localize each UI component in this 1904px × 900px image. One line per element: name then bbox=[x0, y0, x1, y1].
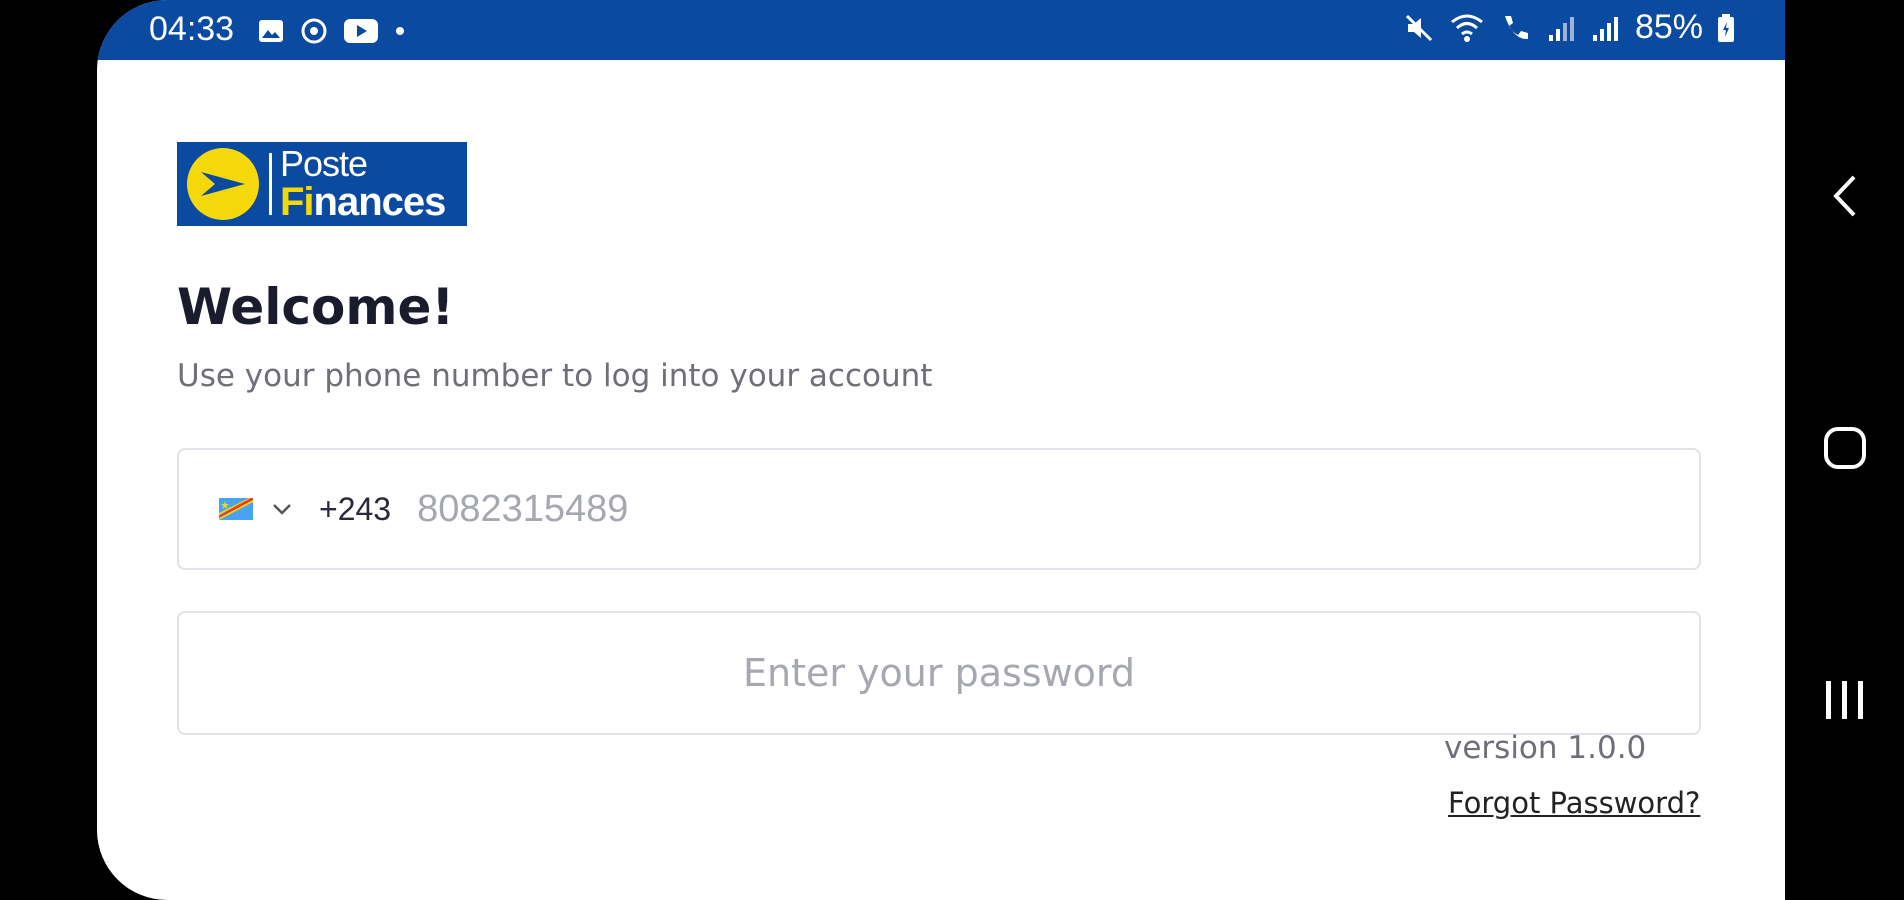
forgot-password-link[interactable]: Forgot Password? bbox=[1448, 786, 1700, 820]
password-input[interactable] bbox=[179, 650, 1699, 696]
home-button[interactable] bbox=[1785, 398, 1904, 498]
home-icon bbox=[1823, 427, 1866, 469]
signal-icon bbox=[1592, 16, 1618, 41]
wifi-call-icon bbox=[1504, 15, 1528, 39]
app-screen: 04:33 85% Poste Finances Welcome! Use yo… bbox=[97, 0, 1785, 900]
status-time: 04:33 bbox=[149, 10, 235, 48]
poste-finances-logo: Poste Finances bbox=[177, 142, 467, 226]
sync-icon bbox=[301, 18, 327, 44]
recent-apps-icon bbox=[1825, 681, 1863, 719]
mute-icon bbox=[1405, 14, 1432, 41]
back-icon bbox=[1832, 175, 1855, 217]
battery-icon bbox=[1718, 13, 1734, 42]
signal-icon bbox=[1548, 16, 1574, 41]
gallery-icon bbox=[259, 20, 283, 42]
status-bar: 04:33 85% bbox=[97, 0, 1785, 60]
wifi-icon bbox=[1451, 14, 1483, 42]
chevron-down-icon[interactable] bbox=[271, 502, 293, 516]
battery-percentage: 85% bbox=[1634, 8, 1703, 46]
password-field[interactable] bbox=[177, 611, 1701, 735]
phone-number-field[interactable]: +243 8082315489 bbox=[177, 448, 1701, 570]
recent-apps-button[interactable] bbox=[1785, 650, 1904, 750]
dot-icon bbox=[396, 27, 404, 35]
country-code[interactable]: +243 bbox=[319, 491, 391, 528]
logo-line1: Poste bbox=[280, 143, 368, 184]
system-navigation-bar bbox=[1785, 0, 1904, 900]
logo-line2-accent: Fi bbox=[280, 180, 315, 224]
logo-emblem-icon bbox=[187, 148, 259, 220]
youtube-icon bbox=[344, 19, 378, 43]
phone-input[interactable]: 8082315489 bbox=[417, 488, 628, 531]
version-label: version 1.0.0 bbox=[1444, 730, 1647, 766]
welcome-title: Welcome! bbox=[177, 278, 455, 336]
welcome-subtitle: Use your phone number to log into your a… bbox=[177, 358, 933, 394]
logo-line2-rest: nances bbox=[313, 180, 447, 224]
back-button[interactable] bbox=[1785, 146, 1904, 246]
drc-flag-icon[interactable] bbox=[219, 498, 253, 520]
